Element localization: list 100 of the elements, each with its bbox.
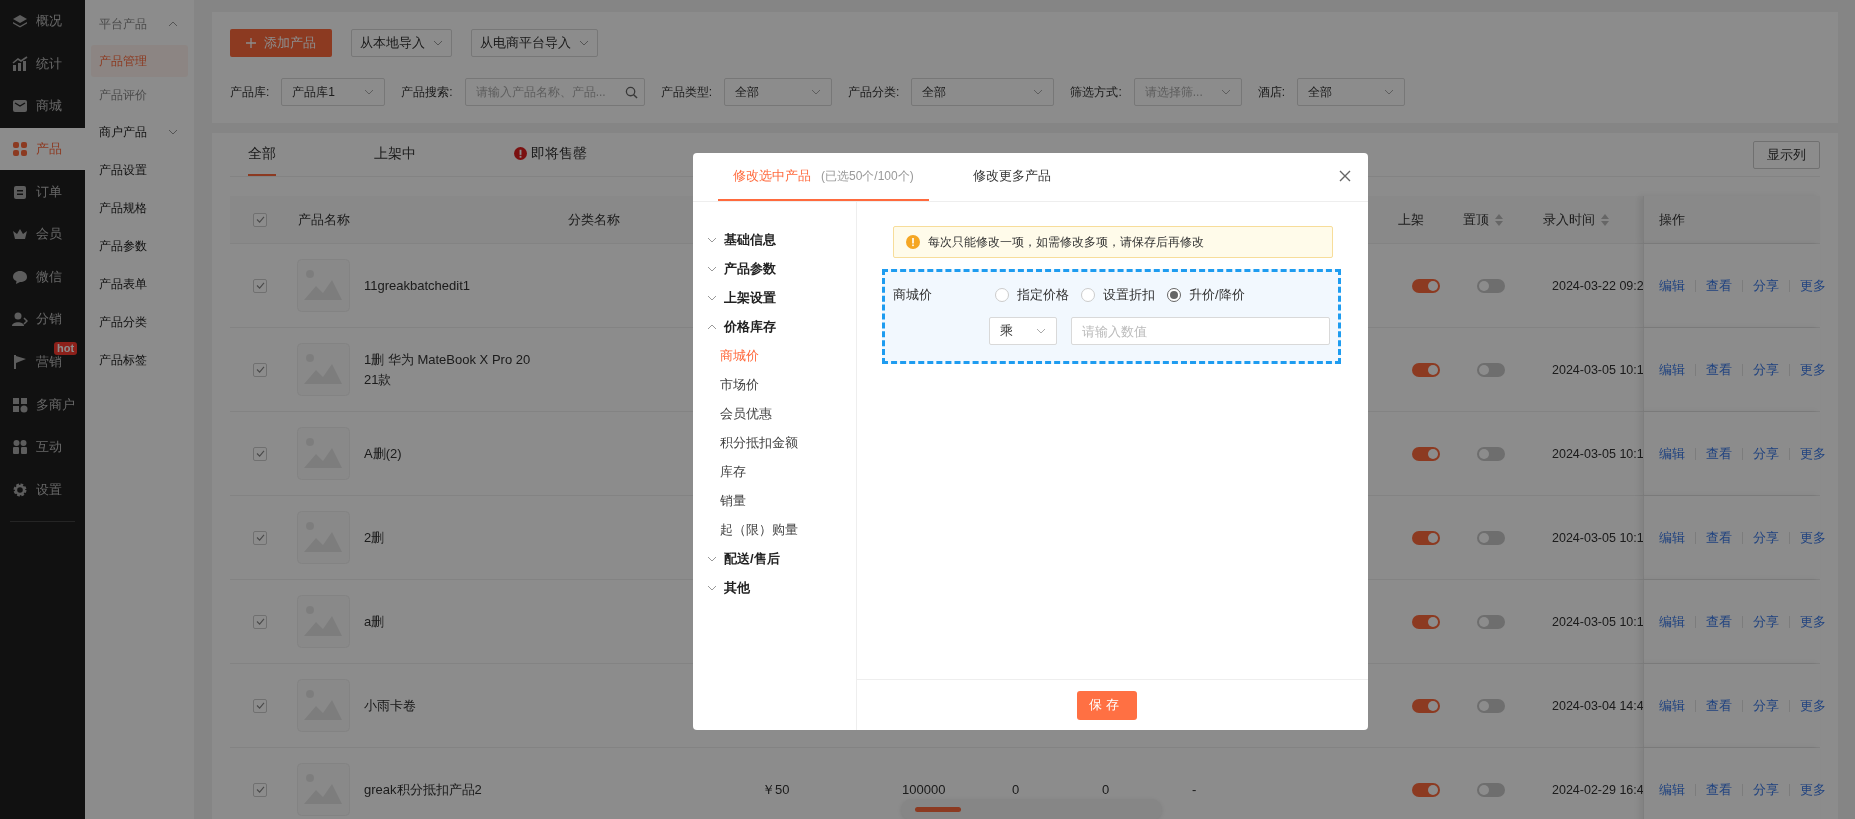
action-link[interactable]: 查看 <box>1695 615 1742 628</box>
action-link[interactable]: 分享 <box>1742 615 1789 628</box>
action-link[interactable]: 编辑 <box>1659 279 1695 292</box>
submenu-item[interactable]: 产品规格 <box>91 189 188 227</box>
import-dropdown[interactable]: 从本地导入 <box>351 29 452 57</box>
field-item[interactable]: 市场价 <box>693 370 856 399</box>
sort-icon[interactable] <box>1601 213 1609 226</box>
toggle-switch[interactable] <box>1477 698 1505 713</box>
submenu-item[interactable]: 产品标签 <box>91 341 188 379</box>
submenu-group[interactable]: 平台产品 <box>91 5 188 43</box>
action-link[interactable]: 更多 <box>1789 699 1836 712</box>
sidebar-item[interactable]: 互动 <box>0 425 85 469</box>
action-link[interactable]: 分享 <box>1742 447 1789 460</box>
column-header[interactable]: 置顶 <box>1455 210 1535 229</box>
checkbox[interactable] <box>253 782 267 797</box>
sidebar-item[interactable]: 商城 <box>0 85 85 128</box>
action-link[interactable]: 分享 <box>1742 783 1789 796</box>
show-columns-button[interactable]: 显示列 <box>1753 140 1820 169</box>
action-link[interactable]: 查看 <box>1695 699 1742 712</box>
toggle-switch[interactable] <box>1412 698 1440 713</box>
action-link[interactable]: 查看 <box>1695 279 1742 292</box>
column-header[interactable]: 录入时间 <box>1535 210 1643 229</box>
sidebar-item[interactable]: 产品 <box>0 127 85 171</box>
submenu-item[interactable]: 产品评价 <box>91 79 188 111</box>
submenu-item[interactable]: 产品设置 <box>91 151 188 189</box>
checkbox[interactable] <box>253 698 267 713</box>
action-link[interactable]: 更多 <box>1789 279 1836 292</box>
sidebar-item[interactable]: 微信 <box>0 255 85 299</box>
sidebar-item[interactable]: 统计 <box>0 42 85 86</box>
toggle-switch[interactable] <box>1477 446 1505 461</box>
action-link[interactable]: 查看 <box>1695 363 1742 376</box>
action-link[interactable]: 编辑 <box>1659 615 1695 628</box>
dialog-tab[interactable]: 修改更多产品 <box>957 153 1066 201</box>
filter-select[interactable]: 产品库1 <box>281 78 386 106</box>
toggle-switch[interactable] <box>1412 530 1440 545</box>
sidebar-item[interactable]: 设置 <box>0 468 85 512</box>
field-item[interactable]: 积分抵扣金额 <box>693 428 856 457</box>
toggle-switch[interactable] <box>1477 614 1505 629</box>
filter-select[interactable]: 全部 <box>911 78 1055 106</box>
action-link[interactable]: 分享 <box>1742 279 1789 292</box>
action-link[interactable]: 编辑 <box>1659 699 1695 712</box>
section-item[interactable]: 配送/售后 <box>693 544 856 573</box>
section-item[interactable]: 其他 <box>693 573 856 602</box>
sidebar-item[interactable]: 分销 <box>0 298 85 341</box>
toggle-switch[interactable] <box>1477 278 1505 293</box>
close-icon[interactable] <box>1339 170 1351 182</box>
sidebar-item[interactable]: 概况 <box>0 0 85 43</box>
action-link[interactable]: 编辑 <box>1659 447 1695 460</box>
action-link[interactable]: 更多 <box>1789 531 1836 544</box>
checkbox[interactable] <box>253 362 267 377</box>
toggle-switch[interactable] <box>1477 362 1505 377</box>
toggle-switch[interactable] <box>1477 782 1505 797</box>
sidebar-item[interactable]: 订单 <box>0 170 85 213</box>
submenu-item[interactable]: 产品分类 <box>91 303 188 341</box>
value-input[interactable]: 请输入数值 <box>1071 317 1330 345</box>
action-link[interactable]: 更多 <box>1789 447 1836 460</box>
action-link[interactable]: 编辑 <box>1659 363 1695 376</box>
toggle-switch[interactable] <box>1412 782 1440 797</box>
field-item[interactable]: 库存 <box>693 457 856 486</box>
checkbox[interactable] <box>253 530 267 545</box>
action-link[interactable]: 更多 <box>1789 615 1836 628</box>
checkbox[interactable] <box>253 446 267 461</box>
status-tab[interactable]: 即将售罄 <box>514 133 587 176</box>
action-link[interactable]: 分享 <box>1742 531 1789 544</box>
submenu-item[interactable]: 产品管理 <box>91 45 188 77</box>
sidebar-item[interactable]: 会员 <box>0 212 85 256</box>
submenu-item[interactable]: 产品参数 <box>91 227 188 265</box>
action-link[interactable]: 编辑 <box>1659 531 1695 544</box>
submenu-item[interactable]: 产品表单 <box>91 265 188 303</box>
section-item[interactable]: 基础信息 <box>693 225 856 254</box>
toggle-switch[interactable] <box>1412 446 1440 461</box>
toggle-switch[interactable] <box>1412 278 1440 293</box>
action-link[interactable]: 分享 <box>1742 699 1789 712</box>
action-link[interactable]: 查看 <box>1695 447 1742 460</box>
section-item[interactable]: 价格库存 <box>693 312 856 341</box>
action-link[interactable]: 分享 <box>1742 363 1789 376</box>
status-tab[interactable]: 全部 <box>248 133 276 176</box>
filter-select[interactable]: 全部 <box>1297 78 1406 106</box>
filter-select[interactable]: 全部 <box>724 78 833 106</box>
operator-select[interactable]: 乘 <box>989 317 1057 345</box>
section-item[interactable]: 产品参数 <box>693 254 856 283</box>
status-tab[interactable]: 上架中 <box>374 133 416 176</box>
dialog-tab[interactable]: 修改选中产品 (已选50个/100个) <box>718 153 929 201</box>
checkbox[interactable] <box>253 278 267 293</box>
scrollbar[interactable] <box>901 799 1162 819</box>
toggle-switch[interactable] <box>1477 530 1505 545</box>
sort-icon[interactable] <box>1495 213 1503 226</box>
action-link[interactable]: 更多 <box>1789 783 1836 796</box>
field-item[interactable]: 商城价 <box>693 341 856 370</box>
sidebar-item[interactable]: hot 营销 <box>0 340 85 384</box>
action-link[interactable]: 编辑 <box>1659 783 1695 796</box>
toggle-switch[interactable] <box>1412 362 1440 377</box>
checkbox[interactable] <box>253 212 267 227</box>
import-dropdown[interactable]: 从电商平台导入 <box>471 29 598 57</box>
action-link[interactable]: 查看 <box>1695 531 1742 544</box>
submenu-group[interactable]: 商户产品 <box>91 113 188 151</box>
field-item[interactable]: 起（限）购量 <box>693 515 856 544</box>
action-link[interactable]: 查看 <box>1695 783 1742 796</box>
radio-option[interactable]: 指定价格 <box>995 286 1069 304</box>
save-button[interactable]: 保存 <box>1076 690 1137 720</box>
